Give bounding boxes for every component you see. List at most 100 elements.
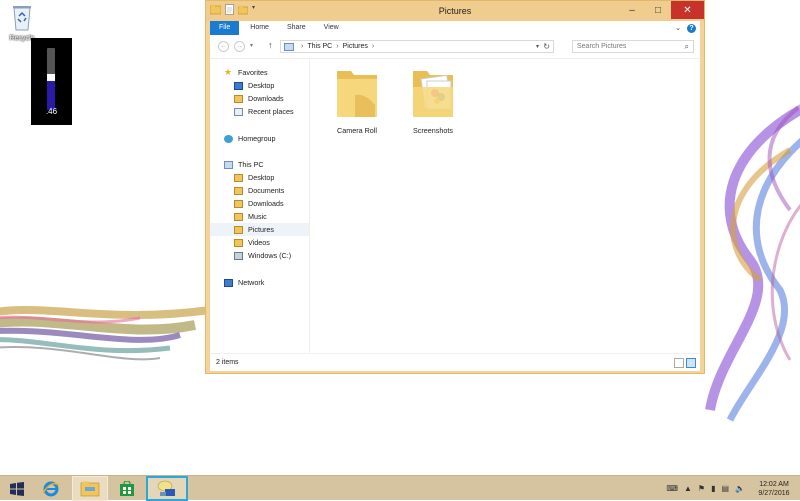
- nav-pc-music[interactable]: Music: [234, 210, 267, 223]
- chevron-right-icon: ›: [371, 43, 375, 50]
- nav-this-pc[interactable]: This PC: [224, 158, 264, 171]
- desktop-icon: [234, 81, 243, 90]
- gadget-level-marker: [47, 74, 55, 81]
- file-list: Camera Roll Screenshots: [311, 59, 700, 353]
- nav-favorites-desktop[interactable]: Desktop: [234, 79, 274, 92]
- nav-recent-places[interactable]: Recent places: [234, 105, 294, 118]
- nav-favorites-downloads[interactable]: Downloads: [234, 92, 284, 105]
- network-status-icon[interactable]: ▤: [721, 484, 729, 493]
- folder-icon: [337, 71, 377, 117]
- address-bar[interactable]: › This PC › Pictures › ▾ ↻: [280, 40, 554, 53]
- file-explorer-icon: [80, 481, 100, 496]
- search-icon[interactable]: ⌕: [685, 41, 689, 52]
- volume-icon[interactable]: 🔈: [735, 484, 745, 493]
- expand-ribbon-icon[interactable]: ⌄: [675, 24, 681, 32]
- nav-label: This PC: [238, 160, 264, 169]
- recycle-bin-icon: [13, 6, 31, 31]
- store-icon: [120, 480, 134, 496]
- nav-label: Homegroup: [238, 134, 276, 143]
- battery-icon[interactable]: ▮: [711, 484, 715, 493]
- show-hidden-icons-icon[interactable]: ▲: [684, 484, 692, 493]
- nav-favorites-label: Favorites: [238, 68, 268, 77]
- folder-icon: [234, 199, 243, 208]
- clock-time: 12:02 AM: [759, 480, 789, 488]
- folder-camera-roll[interactable]: Camera Roll: [322, 65, 392, 135]
- gadget-level-track: [47, 48, 55, 110]
- folder-name: Screenshots: [413, 126, 453, 135]
- address-dropdown-icon[interactable]: ▾: [536, 43, 539, 50]
- nav-pc-videos[interactable]: Videos: [234, 236, 270, 249]
- refresh-icon[interactable]: ↻: [543, 42, 550, 51]
- minimize-icon: –: [629, 4, 635, 16]
- internet-explorer-icon: [42, 481, 60, 496]
- wallpaper-swirl-right: [705, 104, 800, 422]
- folder-screenshots[interactable]: Screenshots: [398, 65, 468, 135]
- title-bar[interactable]: ▾ Pictures – □ ✕: [206, 1, 704, 21]
- tab-home[interactable]: Home: [241, 21, 278, 35]
- close-button[interactable]: ✕: [671, 1, 704, 19]
- nav-label: Downloads: [248, 94, 284, 103]
- nav-label: Recent places: [248, 107, 294, 116]
- nav-pc-documents[interactable]: Documents: [234, 184, 284, 197]
- tab-share[interactable]: Share: [278, 21, 315, 35]
- nav-network[interactable]: Network: [224, 276, 264, 289]
- recent-locations-icon[interactable]: ▾: [250, 42, 253, 49]
- flag-icon[interactable]: ⚑: [698, 484, 705, 493]
- details-view-button[interactable]: [674, 358, 684, 368]
- nav-label: Windows (C:): [248, 251, 292, 260]
- taskbar-file-explorer[interactable]: [72, 476, 108, 501]
- downloads-icon: [234, 94, 243, 103]
- nav-homegroup[interactable]: Homegroup: [224, 132, 276, 145]
- search-placeholder: Search Pictures: [577, 43, 627, 50]
- clock[interactable]: 12:02 AM 9/27/2016: [748, 480, 800, 498]
- taskbar-internet-explorer[interactable]: [37, 476, 65, 501]
- large-icons-view-button[interactable]: [686, 358, 696, 368]
- system-tray: ⌨ ▲ ⚑ ▮ ▤ 🔈 12:02 AM 9/27/2016: [663, 476, 800, 501]
- up-button[interactable]: ↑: [268, 40, 273, 50]
- cpu-meter-gadget[interactable]: .46: [31, 38, 72, 125]
- clock-date: 9/27/2016: [758, 489, 790, 497]
- nav-pc-windows-c[interactable]: Windows (C:): [234, 249, 291, 262]
- nav-pc-desktop[interactable]: Desktop: [234, 171, 274, 184]
- tab-view[interactable]: View: [315, 21, 348, 35]
- back-arrow-icon: ←: [220, 43, 227, 50]
- window-body: ★ Favorites Desktop Downloads Recent pla…: [210, 59, 700, 353]
- forward-button[interactable]: →: [234, 41, 245, 52]
- explorer-window: ▾ Pictures – □ ✕ File Home Share View ⌄ …: [205, 0, 705, 374]
- navigation-pane: ★ Favorites Desktop Downloads Recent pla…: [210, 59, 310, 353]
- help-icon[interactable]: ?: [687, 23, 696, 33]
- folder-name: Camera Roll: [337, 126, 377, 135]
- nav-favorites[interactable]: ★ Favorites: [224, 66, 268, 79]
- forward-arrow-icon: →: [236, 43, 243, 50]
- status-bar: 2 items: [210, 353, 700, 371]
- chevron-right-icon: ›: [336, 43, 339, 50]
- tab-file[interactable]: File: [210, 21, 240, 35]
- back-button[interactable]: ←: [218, 41, 229, 52]
- folder-with-pictures-icon: [413, 71, 453, 117]
- nav-label: Pictures: [248, 225, 274, 234]
- search-input[interactable]: Search Pictures ⌕: [572, 40, 694, 53]
- nav-label: Desktop: [248, 81, 275, 90]
- chevron-right-icon: ›: [301, 43, 304, 50]
- minimize-button[interactable]: –: [619, 1, 645, 19]
- network-settings-icon: [157, 480, 175, 496]
- breadcrumb-this-pc[interactable]: This PC: [307, 43, 332, 50]
- taskbar-store[interactable]: [113, 476, 141, 501]
- folder-icon: [234, 212, 243, 221]
- start-button[interactable]: [6, 476, 28, 501]
- wallpaper-swirl-left: [0, 306, 211, 361]
- nav-pc-downloads[interactable]: Downloads: [234, 197, 284, 210]
- folder-icon: [234, 238, 243, 247]
- drive-icon: [234, 251, 243, 260]
- maximize-button[interactable]: □: [645, 1, 671, 19]
- nav-pc-pictures[interactable]: Pictures: [210, 223, 309, 236]
- nav-label: Music: [248, 212, 267, 221]
- folder-icon: [234, 186, 243, 195]
- taskbar-active-app[interactable]: [146, 476, 188, 501]
- folder-icon: [234, 225, 243, 234]
- keyboard-icon[interactable]: ⌨: [666, 484, 678, 493]
- item-count: 2 items: [216, 359, 239, 366]
- navigation-bar: ← → ▾ ↑ › This PC › Pictures › ▾ ↻ Searc…: [210, 35, 700, 59]
- breadcrumb-pictures[interactable]: Pictures: [343, 43, 368, 50]
- recycle-bin[interactable]: Recycle: [3, 4, 41, 42]
